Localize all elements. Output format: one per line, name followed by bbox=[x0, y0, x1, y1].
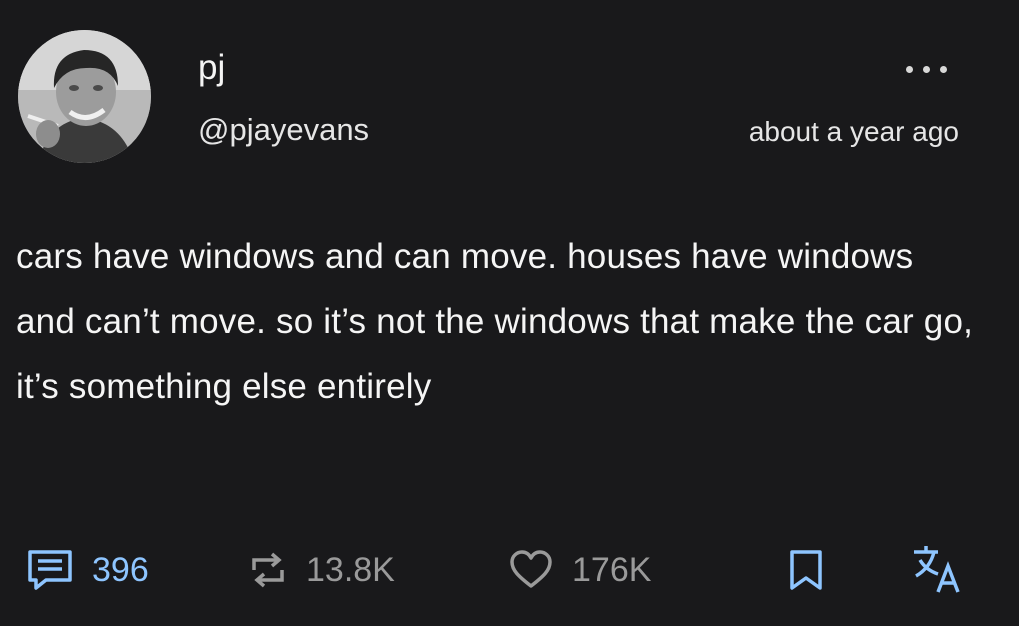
reply-count: 396 bbox=[92, 551, 149, 589]
display-name[interactable]: pj bbox=[198, 48, 225, 88]
retweet-icon bbox=[248, 548, 288, 592]
more-horizontal-icon bbox=[906, 66, 913, 73]
user-handle[interactable]: @pjayevans bbox=[198, 110, 369, 150]
avatar[interactable] bbox=[18, 30, 151, 163]
more-options-button[interactable] bbox=[896, 58, 956, 82]
translate-button[interactable] bbox=[910, 540, 966, 600]
more-dot bbox=[923, 66, 930, 73]
retweet-count: 13.8K bbox=[306, 551, 395, 589]
comment-icon bbox=[26, 548, 74, 592]
heart-icon bbox=[508, 548, 554, 592]
bookmark-button[interactable] bbox=[786, 540, 826, 600]
like-count: 176K bbox=[572, 551, 652, 589]
post-text: cars have windows and can move. houses h… bbox=[16, 237, 974, 406]
avatar-photo bbox=[18, 30, 151, 163]
more-dot bbox=[940, 66, 947, 73]
post-timestamp: about a year ago bbox=[748, 116, 959, 147]
reply-button[interactable]: 396 bbox=[26, 540, 149, 600]
bookmark-icon bbox=[786, 548, 826, 592]
retweet-button[interactable]: 13.8K bbox=[248, 540, 395, 600]
action-bar: 396 13.8K 176K bbox=[0, 540, 1019, 600]
like-button[interactable]: 176K bbox=[508, 540, 651, 600]
translate-icon bbox=[910, 544, 966, 596]
